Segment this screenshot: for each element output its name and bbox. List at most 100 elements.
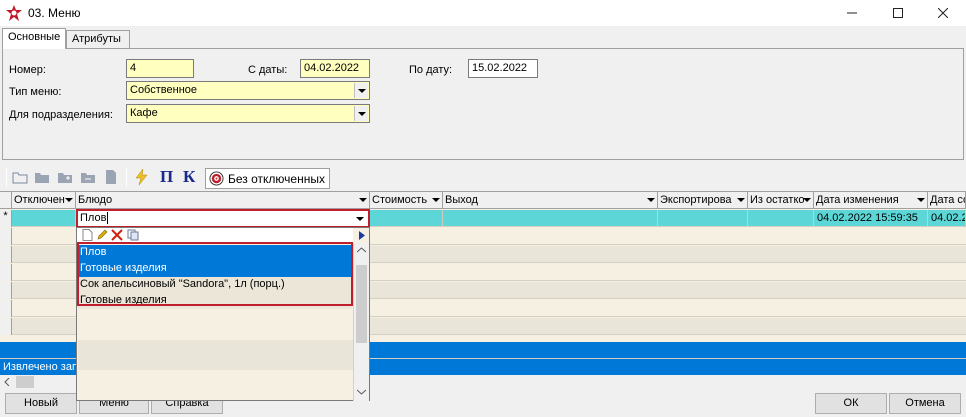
- column-label: Отключен: [14, 194, 65, 206]
- chevron-down-icon: [917, 198, 925, 202]
- chevron-down-icon: [647, 198, 655, 202]
- chevron-down-icon: [65, 198, 73, 202]
- column-label: Блюдо: [78, 194, 113, 206]
- delete-icon[interactable]: [111, 229, 123, 241]
- chevron-down-icon: [432, 198, 440, 202]
- document-icon[interactable]: [103, 169, 119, 185]
- row-indicator-header: [0, 192, 12, 209]
- filter-disabled-button[interactable]: Без отключенных: [205, 168, 330, 189]
- number-label: Номер:: [9, 64, 46, 76]
- lookup-item-group[interactable]: Готовые изделия: [78, 261, 352, 277]
- column-header-date-changed[interactable]: Дата изменения: [814, 192, 928, 209]
- lightning-icon[interactable]: [133, 169, 149, 185]
- cell-date-created[interactable]: 04.02.2022: [928, 210, 966, 227]
- grid-toolbar: П К Без отключенных: [2, 165, 964, 190]
- dish-editor-value: Плов: [80, 212, 107, 224]
- target-icon: [209, 171, 224, 186]
- menu-type-label: Тип меню:: [9, 86, 62, 98]
- chevron-down-icon: [737, 198, 745, 202]
- column-header-date-created[interactable]: Дата со: [928, 192, 966, 209]
- folder-move-icon[interactable]: [80, 169, 96, 185]
- cell-date-changed[interactable]: 04.02.2022 15:59:35: [814, 210, 928, 227]
- column-label: Экспортирова: [660, 194, 732, 206]
- chevron-down-icon[interactable]: [353, 211, 367, 226]
- column-label: Выход: [445, 194, 478, 206]
- text-cursor: [107, 212, 109, 224]
- folder-icon[interactable]: [34, 169, 50, 185]
- close-button[interactable]: [920, 0, 966, 26]
- column-label: Из остатко: [750, 194, 805, 206]
- cancel-button[interactable]: Отмена: [889, 393, 961, 414]
- maximize-button[interactable]: [875, 0, 921, 26]
- column-label: Стоимость: [372, 194, 428, 206]
- close-icon: [938, 8, 948, 18]
- toolbar-separator: [6, 168, 7, 187]
- scrollbar-thumb[interactable]: [356, 265, 367, 343]
- new-document-icon[interactable]: [82, 229, 93, 241]
- menu-type-value: Собственное: [130, 84, 197, 96]
- column-header-exported[interactable]: Экспортирова: [658, 192, 748, 209]
- row-indicator: [0, 300, 12, 317]
- column-header-disabled[interactable]: Отключен: [12, 192, 76, 209]
- date-to-field[interactable]: 15.02.2022: [468, 59, 538, 78]
- chevron-down-icon[interactable]: [354, 83, 368, 98]
- cell-from-stock[interactable]: [748, 210, 814, 227]
- filter-label: Без отключенных: [228, 172, 325, 186]
- column-header-from-stock[interactable]: Из остатко: [748, 192, 814, 209]
- ok-button[interactable]: ОК: [815, 393, 887, 414]
- cell-disabled[interactable]: [12, 210, 76, 227]
- row-indicator: [0, 318, 12, 335]
- tab-main[interactable]: Основные: [2, 28, 66, 49]
- chevron-down-icon[interactable]: [357, 389, 366, 395]
- toolbar-separator: [126, 168, 127, 187]
- lookup-item-name[interactable]: Сок апельсиновый "Sandora", 1л (порц.): [78, 277, 352, 293]
- cell-output[interactable]: [443, 210, 658, 227]
- row-indicator: [0, 228, 12, 245]
- triangle-right-icon[interactable]: [358, 231, 366, 240]
- title-bar: 03. Меню: [0, 0, 966, 26]
- date-from-field[interactable]: 04.02.2022: [300, 59, 370, 78]
- column-header-dish[interactable]: Блюдо: [76, 192, 370, 209]
- scrollbar-thumb[interactable]: [16, 376, 34, 388]
- p-button[interactable]: П: [160, 167, 176, 186]
- lookup-item-name[interactable]: Плов: [78, 245, 352, 261]
- department-label: Для подразделения:: [9, 109, 113, 121]
- row-indicator: [0, 264, 12, 281]
- lookup-vertical-scrollbar[interactable]: [353, 243, 369, 401]
- chevron-down-icon: [359, 198, 367, 202]
- department-select[interactable]: Кафе: [126, 104, 370, 123]
- date-from-label: С даты:: [248, 64, 288, 76]
- folder-open-icon[interactable]: [12, 169, 28, 185]
- folder-add-icon[interactable]: [57, 169, 73, 185]
- new-row-marker: *: [0, 210, 12, 227]
- row-indicator: [0, 282, 12, 299]
- column-label: Дата изменения: [816, 194, 899, 206]
- pencil-icon[interactable]: [96, 229, 108, 241]
- lookup-toolbar: [77, 228, 353, 243]
- copy-icon[interactable]: [127, 229, 139, 241]
- date-to-label: По дату:: [409, 64, 453, 76]
- menu-type-select[interactable]: Собственное: [126, 81, 370, 100]
- chevron-left-icon[interactable]: [3, 378, 11, 386]
- minimize-button[interactable]: [829, 0, 875, 26]
- new-button[interactable]: Новый: [5, 393, 77, 414]
- minimize-icon: [847, 12, 857, 14]
- lookup-item-group[interactable]: Готовые изделия: [78, 293, 352, 309]
- chevron-down-icon[interactable]: [354, 106, 368, 121]
- column-label: Дата со: [930, 194, 966, 206]
- app-icon: [6, 5, 22, 21]
- cell-exported[interactable]: [658, 210, 748, 227]
- chevron-up-icon[interactable]: [357, 247, 366, 253]
- window-title: 03. Меню: [28, 6, 81, 20]
- lookup-empty-row: [78, 340, 353, 370]
- k-button[interactable]: К: [183, 167, 199, 186]
- department-value: Кафе: [130, 107, 158, 119]
- dish-editor[interactable]: Плов: [76, 209, 370, 228]
- row-indicator: [0, 246, 12, 263]
- cell-cost[interactable]: [370, 210, 443, 227]
- number-field[interactable]: 4: [126, 59, 194, 78]
- tab-attributes[interactable]: Атрибуты: [66, 30, 130, 48]
- dish-lookup-dropdown: Плов Готовые изделия Сок апельсиновый "S…: [76, 227, 370, 401]
- column-header-output[interactable]: Выход: [443, 192, 658, 209]
- column-header-cost[interactable]: Стоимость: [370, 192, 443, 209]
